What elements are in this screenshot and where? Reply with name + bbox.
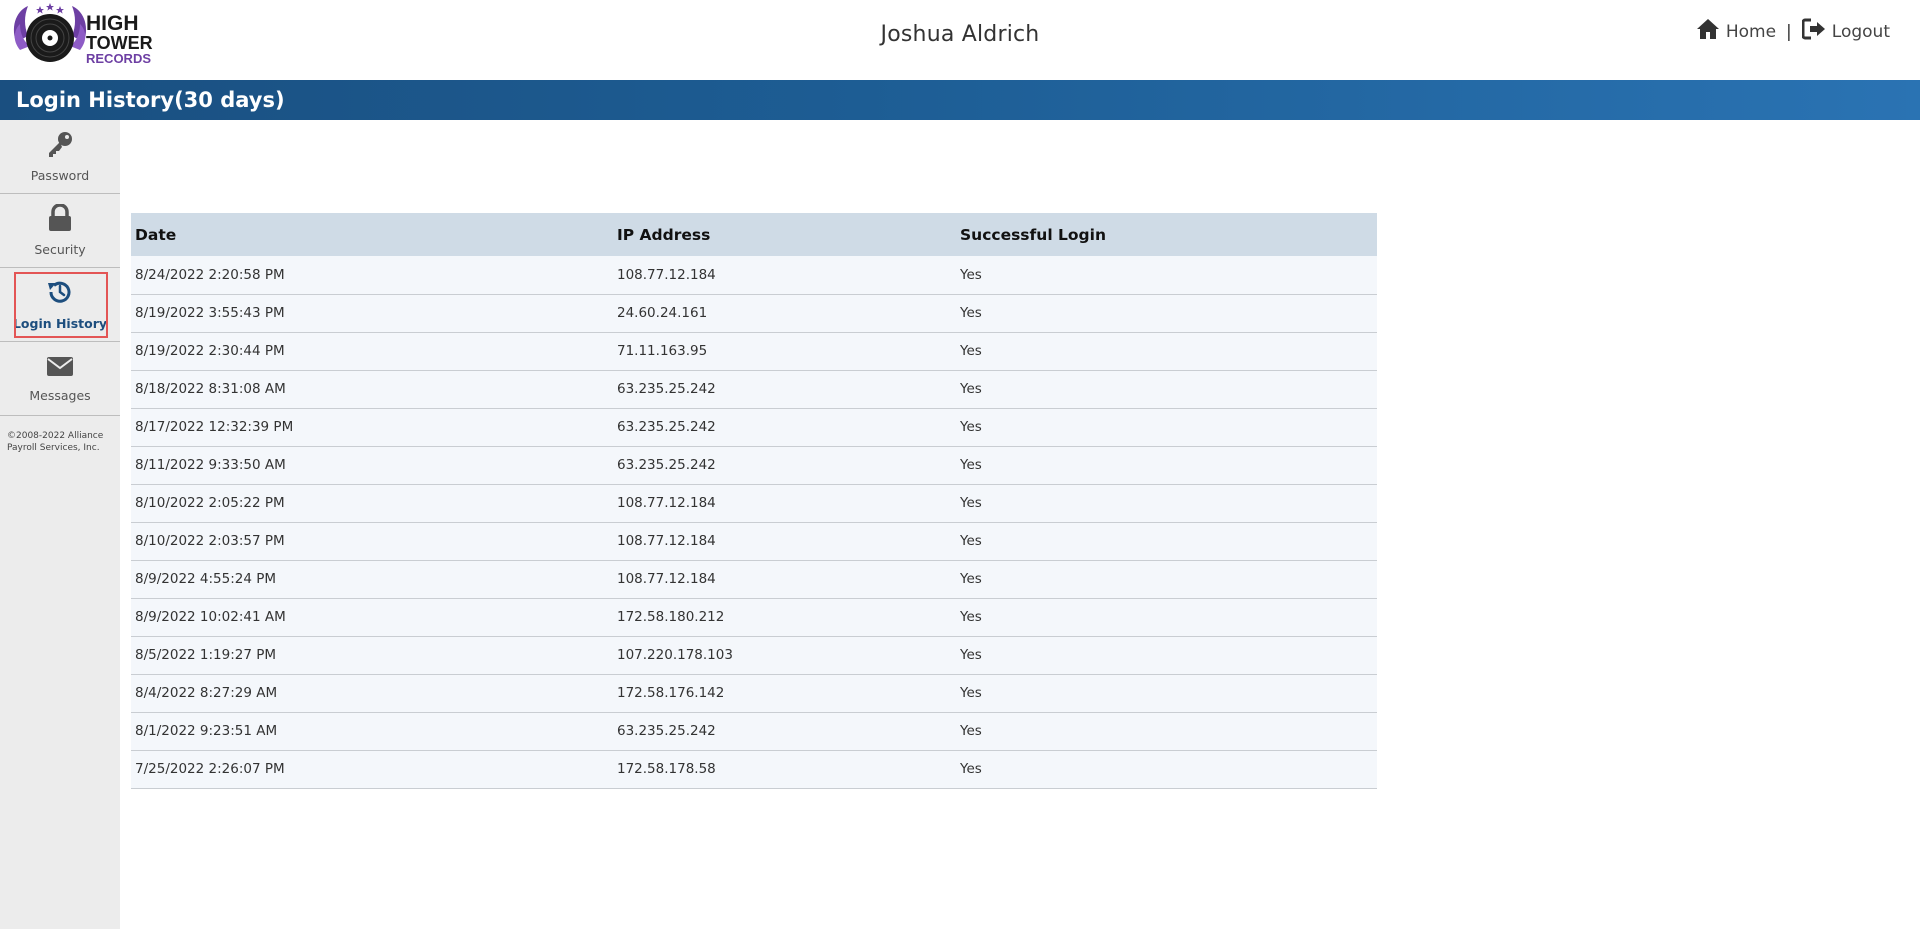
cell-ip: 108.77.12.184 — [617, 266, 716, 283]
svg-text:RECORDS: RECORDS — [86, 51, 151, 66]
table-row: 8/10/2022 2:05:22 PM 108.77.12.184 Yes — [131, 484, 1377, 522]
column-header-ip-address[interactable]: IP Address — [613, 213, 956, 256]
table-row: 8/19/2022 3:55:43 PM 24.60.24.161 Yes — [131, 294, 1377, 332]
sidebar-item-messages[interactable]: Messages — [0, 342, 120, 416]
cell-success: Yes — [960, 495, 982, 511]
cell-ip: 108.77.12.184 — [617, 495, 716, 511]
cell-success: Yes — [960, 381, 982, 397]
cell-ip: 172.58.178.58 — [617, 761, 716, 777]
cell-date: 8/4/2022 8:27:29 AM — [135, 685, 278, 701]
cell-success: Yes — [960, 533, 982, 549]
envelope-icon — [46, 354, 74, 382]
logout-icon — [1801, 18, 1826, 45]
cell-ip: 24.60.24.161 — [617, 305, 708, 321]
home-link[interactable]: Home — [1696, 18, 1776, 45]
table-row: 7/25/2022 2:26:07 PM 172.58.178.58 Yes — [131, 750, 1377, 788]
cell-date: 8/24/2022 2:20:58 PM — [135, 266, 285, 283]
table-row: 8/18/2022 8:31:08 AM 63.235.25.242 Yes — [131, 370, 1377, 408]
sidebar-item-password[interactable]: Password — [0, 120, 120, 194]
header: HIGH TOWER RECORDS Joshua Aldrich Home |… — [0, 0, 1920, 80]
cell-success: Yes — [960, 343, 982, 359]
table-row: 8/17/2022 12:32:39 PM 63.235.25.242 Yes — [131, 408, 1377, 446]
column-header-date[interactable]: Date — [131, 213, 613, 256]
table-row: 8/10/2022 2:03:57 PM 108.77.12.184 Yes — [131, 522, 1377, 560]
cell-date: 8/18/2022 8:31:08 AM — [135, 381, 286, 397]
cell-date: 8/9/2022 10:02:41 AM — [135, 609, 286, 625]
cell-success: Yes — [960, 761, 982, 777]
cell-date: 8/19/2022 2:30:44 PM — [135, 343, 285, 359]
cell-date: 8/10/2022 2:03:57 PM — [135, 533, 285, 549]
cell-success: Yes — [960, 266, 982, 283]
table-row: 8/9/2022 10:02:41 AM 172.58.180.212 Yes — [131, 598, 1377, 636]
sidebar-item-login-history[interactable]: Login History — [0, 268, 120, 342]
cell-success: Yes — [960, 305, 982, 321]
top-nav: Home | Logout — [1696, 18, 1890, 45]
table-row: 8/9/2022 4:55:24 PM 108.77.12.184 Yes — [131, 560, 1377, 598]
cell-ip: 63.235.25.242 — [617, 457, 716, 473]
cell-success: Yes — [960, 609, 982, 625]
table-row: 8/4/2022 8:27:29 AM 172.58.176.142 Yes — [131, 674, 1377, 712]
cell-ip: 108.77.12.184 — [617, 571, 716, 587]
table-row: 8/24/2022 2:20:58 PM 108.77.12.184 Yes — [131, 256, 1377, 294]
copyright: ©2008-2022 Alliance Payroll Services, In… — [7, 431, 104, 453]
key-icon — [46, 130, 74, 162]
login-history-table: Date IP Address Successful Login 8/24/20… — [131, 213, 1377, 789]
cell-date: 8/10/2022 2:05:22 PM — [135, 495, 285, 511]
sidebar-item-label: Messages — [29, 388, 91, 403]
logout-link[interactable]: Logout — [1801, 18, 1890, 45]
active-highlight — [14, 272, 108, 338]
table-row: 8/5/2022 1:19:27 PM 107.220.178.103 Yes — [131, 636, 1377, 674]
sidebar-item-label: Security — [34, 242, 86, 257]
table-row: 8/19/2022 2:30:44 PM 71.11.163.95 Yes — [131, 332, 1377, 370]
cell-ip: 108.77.12.184 — [617, 533, 716, 549]
cell-success: Yes — [960, 457, 982, 473]
table-row: 8/11/2022 9:33:50 AM 63.235.25.242 Yes — [131, 446, 1377, 484]
lock-icon — [47, 203, 73, 236]
cell-ip: 63.235.25.242 — [617, 723, 716, 739]
cell-success: Yes — [960, 723, 982, 739]
logout-label: Logout — [1831, 21, 1890, 42]
cell-ip: 107.220.178.103 — [617, 647, 733, 663]
sidebar-item-security[interactable]: Security — [0, 194, 120, 268]
sidebar: Password Security Login History Messages… — [0, 120, 120, 929]
cell-date: 7/25/2022 2:26:07 PM — [135, 761, 285, 777]
cell-date: 8/19/2022 3:55:43 PM — [135, 305, 285, 321]
cell-date: 8/11/2022 9:33:50 AM — [135, 457, 286, 473]
cell-ip: 63.235.25.242 — [617, 381, 716, 397]
column-header-successful-login[interactable]: Successful Login — [956, 213, 1377, 256]
home-icon — [1696, 18, 1720, 45]
cell-success: Yes — [960, 685, 982, 701]
sidebar-item-label: Password — [30, 168, 90, 183]
cell-success: Yes — [960, 419, 982, 435]
cell-date: 8/9/2022 4:55:24 PM — [135, 571, 277, 587]
table-row: 8/1/2022 9:23:51 AM 63.235.25.242 Yes — [131, 712, 1377, 750]
cell-date: 8/5/2022 1:19:27 PM — [135, 647, 277, 663]
cell-ip: 172.58.180.212 — [617, 609, 725, 625]
home-label: Home — [1725, 21, 1777, 42]
table-header-row: Date IP Address Successful Login — [131, 213, 1377, 256]
cell-success: Yes — [960, 571, 982, 587]
cell-success: Yes — [960, 647, 982, 663]
page-title: Login History(30 days) — [16, 88, 285, 112]
cell-ip: 63.235.25.242 — [617, 419, 716, 435]
cell-date: 8/1/2022 9:23:51 AM — [135, 723, 278, 739]
cell-date: 8/17/2022 12:32:39 PM — [135, 419, 294, 435]
cell-ip: 71.11.163.95 — [617, 343, 708, 359]
user-name: Joshua Aldrich — [880, 22, 1040, 47]
title-bar: Login History(30 days) — [0, 80, 1920, 120]
cell-ip: 172.58.176.142 — [617, 685, 725, 701]
nav-separator: | — [1786, 21, 1792, 42]
